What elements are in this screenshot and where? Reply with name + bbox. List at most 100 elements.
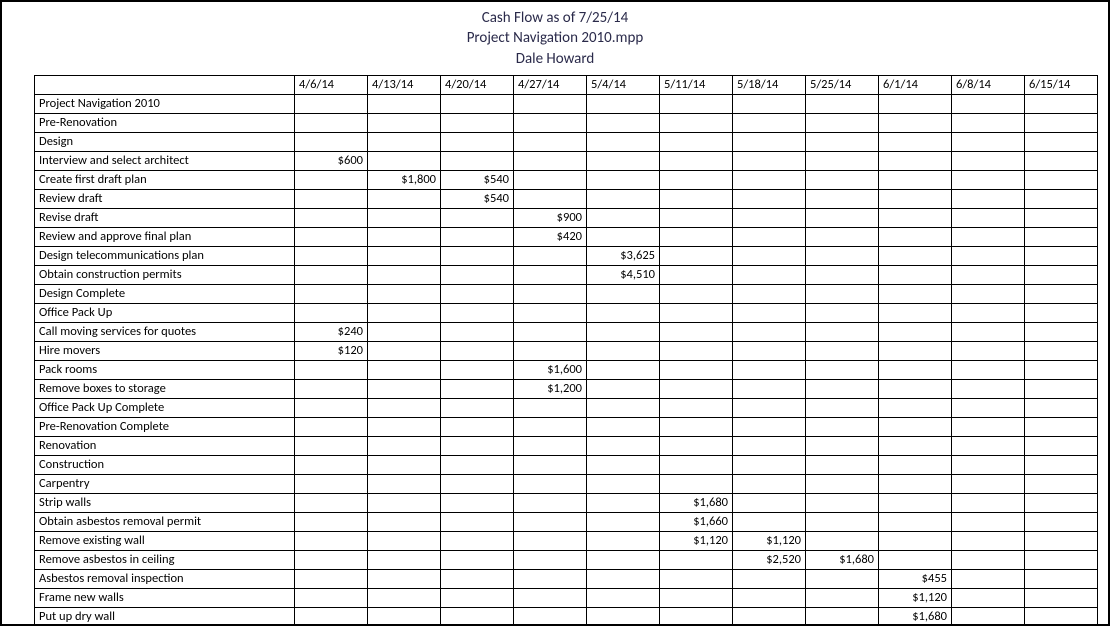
cell-value [733,455,806,474]
cell-value [514,189,587,208]
cell-value [806,265,879,284]
cell-value [733,360,806,379]
cell-value [660,474,733,493]
cell-value [295,474,368,493]
cell-value [587,94,660,113]
cell-value [514,246,587,265]
cell-value [806,246,879,265]
task-name: Pre-Renovation Complete [35,417,295,436]
cell-value [806,417,879,436]
cell-value [660,208,733,227]
task-name: Obtain construction permits [35,265,295,284]
col-header: 5/25/14 [806,75,879,94]
cell-value [514,151,587,170]
cell-value [441,94,514,113]
cell-value [587,113,660,132]
cell-value: $240 [295,322,368,341]
cell-value [952,607,1025,626]
cell-value [733,588,806,607]
cell-value [1025,132,1098,151]
cell-value [1025,322,1098,341]
task-name: Put up dry wall [35,607,295,626]
cell-value [1025,531,1098,550]
table-row: Remove existing wall$1,120$1,120 [35,531,1098,550]
cell-value [514,265,587,284]
cell-value [1025,189,1098,208]
task-name: Review draft [35,189,295,208]
cell-value [295,284,368,303]
col-header: 5/4/14 [587,75,660,94]
table-row: Project Navigation 2010 [35,94,1098,113]
cell-value [587,531,660,550]
cell-value [806,151,879,170]
cell-value [368,493,441,512]
cell-value [952,113,1025,132]
task-name: Remove existing wall [35,531,295,550]
cell-value [1025,360,1098,379]
cell-value [514,113,587,132]
cell-value [806,379,879,398]
cell-value [1025,113,1098,132]
cell-value [733,512,806,531]
table-header-row: 4/6/14 4/13/14 4/20/14 4/27/14 5/4/14 5/… [35,75,1098,94]
cell-value [368,569,441,588]
cell-value [587,208,660,227]
table-row: Obtain construction permits $4,510 [35,265,1098,284]
cell-value [733,303,806,322]
cell-value [879,398,952,417]
cell-value [879,360,952,379]
cell-value: $455 [879,569,952,588]
cell-value [1025,417,1098,436]
cell-value [368,151,441,170]
cell-value [952,227,1025,246]
cell-value: $4,510 [587,265,660,284]
cell-value [952,189,1025,208]
cell-value [368,417,441,436]
cell-value [806,588,879,607]
cell-value [733,398,806,417]
cell-value [733,493,806,512]
cell-value [514,341,587,360]
cell-value [879,436,952,455]
cell-value [952,94,1025,113]
cell-value [587,379,660,398]
task-name: Remove asbestos in ceiling [35,550,295,569]
cell-value [660,341,733,360]
cell-value: $1,660 [660,512,733,531]
table-row: Pack rooms$1,600 [35,360,1098,379]
cell-value [295,132,368,151]
cell-value [1025,170,1098,189]
cell-value [368,341,441,360]
cell-value [660,303,733,322]
table-row: Interview and select architect$600 [35,151,1098,170]
task-name: Remove boxes to storage [35,379,295,398]
cell-value [806,132,879,151]
cell-value [295,436,368,455]
cashflow-table: 4/6/14 4/13/14 4/20/14 4/27/14 5/4/14 5/… [34,75,1098,626]
cell-value [441,132,514,151]
cell-value [587,303,660,322]
cell-value: $2,520 [733,550,806,569]
cell-value [587,341,660,360]
cell-value [587,569,660,588]
cell-value [1025,379,1098,398]
cell-value [368,284,441,303]
col-header: 4/27/14 [514,75,587,94]
cell-value [660,607,733,626]
cell-value [660,550,733,569]
cell-value [660,151,733,170]
cell-value [733,208,806,227]
cell-value [733,284,806,303]
cell-value [441,436,514,455]
cell-value [295,417,368,436]
cell-value [879,94,952,113]
task-name: Asbestos removal inspection [35,569,295,588]
table-row: Office Pack Up Complete [35,398,1098,417]
cell-value [368,265,441,284]
table-row: Asbestos removal inspection $455 [35,569,1098,588]
table-row: Pre-Renovation [35,113,1098,132]
cell-value [806,493,879,512]
cell-value [806,284,879,303]
cell-value [660,417,733,436]
cell-value [952,303,1025,322]
